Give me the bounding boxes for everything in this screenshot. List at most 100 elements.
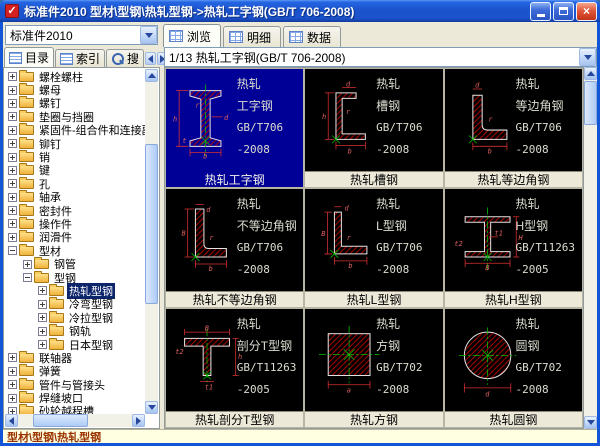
expand-icon[interactable]: [8, 193, 17, 202]
chevron-down-icon[interactable]: [140, 26, 157, 44]
scrollbar-thumb[interactable]: [33, 414, 88, 427]
tree-item-label: 日本型钢: [67, 337, 115, 353]
tree-item[interactable]: 螺母: [5, 83, 145, 96]
tree-item[interactable]: 销: [5, 150, 145, 163]
expand-icon[interactable]: [8, 353, 17, 362]
tree-item[interactable]: 密封件: [5, 204, 145, 217]
expand-icon[interactable]: [23, 260, 32, 269]
expand-icon[interactable]: [8, 72, 17, 81]
folder-icon: [19, 85, 34, 95]
view-tab-strip: 浏览明细 数据: [163, 24, 343, 47]
chevron-down-icon[interactable]: [579, 48, 596, 66]
sidebar-tab-catalog[interactable]: 目录: [4, 47, 54, 67]
tile-channel[interactable]: hbdr热轧槽钢GB/T706-2008热轧槽钢: [305, 69, 442, 187]
svg-text:b: b: [348, 147, 352, 155]
tile-square[interactable]: a热轧方钢GB/T702-2008热轧方钢: [305, 309, 442, 427]
tree-item[interactable]: 孔: [5, 177, 145, 190]
scroll-left-icon[interactable]: [5, 414, 18, 427]
tree-item[interactable]: 联轴器: [5, 351, 145, 364]
sidebar-tab-search[interactable]: 搜: [106, 49, 144, 67]
scroll-down-icon[interactable]: [145, 401, 158, 414]
browse-grid-icon: [169, 30, 183, 42]
expand-icon[interactable]: [8, 219, 17, 228]
expand-icon[interactable]: [8, 166, 17, 175]
view-tab-label: 数据: [307, 29, 331, 46]
tile-text-line: 不等边角钢: [237, 215, 302, 237]
expand-icon[interactable]: [8, 206, 17, 215]
folder-icon: [19, 192, 34, 202]
scrollbar-thumb[interactable]: [584, 81, 597, 125]
view-tab-detail[interactable]: 明细: [223, 26, 281, 47]
library-select[interactable]: 标准件2010: [5, 25, 158, 45]
svg-text:t1: t1: [494, 229, 502, 237]
tile-text-line: 热轧: [515, 193, 580, 215]
tree-item[interactable]: 键: [5, 164, 145, 177]
view-tab-data[interactable]: 数据: [283, 26, 341, 47]
tile-text-line: -2008: [237, 259, 302, 281]
svg-text:a: a: [347, 387, 351, 395]
tile-h-beam[interactable]: HBt2t1热轧H型钢GB/T11263-2005热轧H型钢: [445, 189, 582, 307]
tile-text-line: -2008: [515, 379, 580, 401]
expand-icon[interactable]: [8, 394, 17, 403]
collapse-icon[interactable]: [23, 273, 32, 282]
tile-text-line: 工字钢: [237, 95, 302, 117]
expand-icon[interactable]: [8, 99, 17, 108]
tile-text-line: GB/T706: [515, 117, 580, 139]
item-selector[interactable]: 1/13 热轧工字钢(GB/T 706-2008): [164, 47, 597, 67]
expand-icon[interactable]: [38, 286, 47, 295]
minimize-button[interactable]: [530, 2, 551, 21]
tile-round[interactable]: d热轧圆钢GB/T702-2008热轧圆钢: [445, 309, 582, 427]
expand-icon[interactable]: [8, 112, 17, 121]
tab-scroll-left-icon[interactable]: [145, 52, 156, 65]
tree-horizontal-scrollbar[interactable]: [5, 414, 145, 427]
tree-item[interactable]: 日本型钢: [5, 338, 145, 351]
tree-item[interactable]: 紧固件-组合件和连接副: [5, 124, 145, 137]
tree-item[interactable]: 润滑件: [5, 231, 145, 244]
expand-icon[interactable]: [38, 313, 47, 322]
svg-text:r: r: [346, 108, 351, 116]
collapse-icon[interactable]: [8, 246, 17, 255]
expand-icon[interactable]: [38, 340, 47, 349]
expand-icon[interactable]: [8, 407, 17, 414]
scroll-down-icon[interactable]: [584, 416, 597, 429]
tile-text-block: 热轧等边角钢GB/T706-2008: [515, 73, 580, 161]
scroll-right-icon[interactable]: [132, 414, 145, 427]
expand-icon[interactable]: [8, 233, 17, 242]
expand-icon[interactable]: [8, 367, 17, 376]
expand-icon[interactable]: [38, 327, 47, 336]
expand-icon[interactable]: [8, 86, 17, 95]
view-tab-browse[interactable]: 浏览: [163, 24, 221, 47]
tile-i-beam[interactable]: hbdtr热轧工字钢GB/T706-2008热轧工字钢: [166, 69, 303, 187]
expand-icon[interactable]: [8, 153, 17, 162]
expand-icon[interactable]: [38, 300, 47, 309]
tree-panel: 螺栓螺柱螺母螺钉垫圈与挡圈紧固件-组合件和连接副铆钉销键孔轴承密封件操作件润滑件…: [3, 67, 160, 429]
scrollbar-thumb[interactable]: [145, 144, 158, 304]
maximize-button[interactable]: [553, 2, 574, 21]
folder-icon: [34, 259, 49, 269]
grid-vertical-scrollbar[interactable]: [584, 67, 597, 429]
expand-icon[interactable]: [8, 126, 17, 135]
tile-equal-angle[interactable]: dbr热轧等边角钢GB/T706-2008热轧等边角钢: [445, 69, 582, 187]
sidebar-tab-index[interactable]: 索引: [55, 49, 105, 67]
tile-caption: 热轧槽钢: [305, 171, 442, 187]
tree-item[interactable]: 操作件: [5, 217, 145, 230]
scroll-up-icon[interactable]: [145, 69, 158, 82]
expand-icon[interactable]: [8, 179, 17, 188]
scroll-up-icon[interactable]: [584, 67, 597, 80]
app-window: ✓ 标准件2010 型材\型钢\热轧型钢->热轧工字钢(GB/T 706-200…: [0, 0, 600, 446]
tree-vertical-scrollbar[interactable]: [145, 69, 158, 414]
tile-l-steel[interactable]: Bbdr热轧L型钢GB/T706-2008热轧L型钢: [305, 189, 442, 307]
tile-drawing-area: hbdtr热轧工字钢GB/T706-2008: [166, 69, 303, 171]
tree-item[interactable]: 螺栓螺柱: [5, 70, 145, 83]
tree-item[interactable]: 砂轮越程槽: [5, 405, 145, 414]
tree-item[interactable]: 铆钉: [5, 137, 145, 150]
tile-unequal-angle[interactable]: Bbdr热轧不等边角钢GB/T706-2008热轧不等边角钢: [166, 189, 303, 307]
tile-text-line: H型钢: [515, 215, 580, 237]
tree-item[interactable]: 轴承: [5, 191, 145, 204]
close-button[interactable]: ×: [576, 2, 597, 21]
svg-text:r: r: [195, 102, 200, 110]
tile-t-steel[interactable]: Bht2t1热轧剖分T型钢GB/T11263-2005热轧剖分T型钢: [166, 309, 303, 427]
expand-icon[interactable]: [8, 380, 17, 389]
tile-drawing-area: hbdr热轧槽钢GB/T706-2008: [305, 69, 442, 171]
expand-icon[interactable]: [8, 139, 17, 148]
